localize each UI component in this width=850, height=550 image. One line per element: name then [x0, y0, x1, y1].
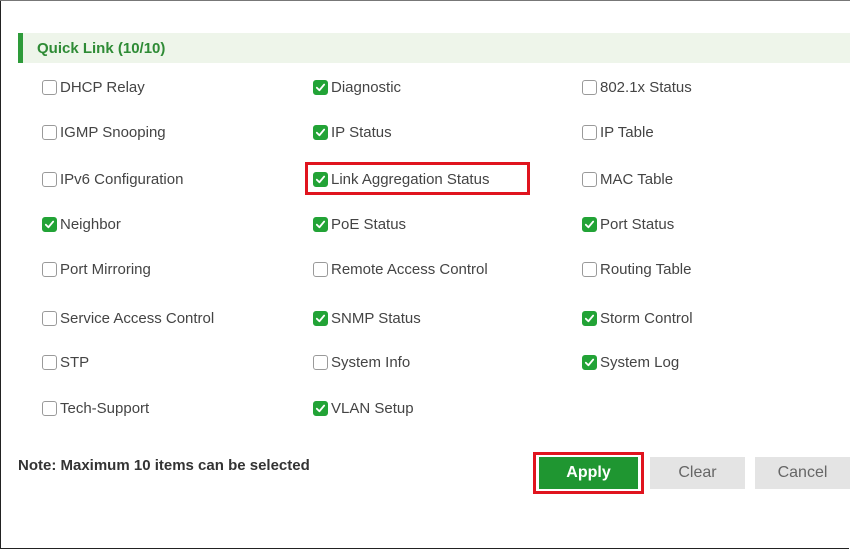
checkmark-icon	[315, 404, 326, 412]
item-label: Neighbor	[60, 215, 121, 233]
checkbox-unchecked[interactable]	[42, 400, 57, 416]
checkmark-icon	[44, 220, 55, 228]
item-label: STP	[60, 353, 90, 371]
checkbox-checked[interactable]	[313, 310, 328, 326]
top-divider	[0, 0, 850, 1]
checkbox-checked[interactable]	[313, 400, 328, 416]
item-label: System Log	[600, 353, 680, 371]
quick-link-item-poe-status[interactable]: PoE Status	[313, 213, 406, 235]
checkbox-unchecked[interactable]	[42, 354, 57, 370]
checkbox-unchecked[interactable]	[42, 261, 57, 277]
item-label: VLAN Setup	[331, 399, 414, 417]
item-label: IPv6 Configuration	[60, 170, 184, 188]
quick-link-item-system-info[interactable]: System Info	[313, 351, 410, 373]
checkmark-icon	[315, 314, 326, 322]
item-label: Port Mirroring	[60, 260, 151, 278]
item-label: Remote Access Control	[331, 260, 488, 278]
checkbox-checked[interactable]	[313, 216, 328, 232]
checkbox-checked[interactable]	[582, 310, 597, 326]
quick-link-item-dhcp-relay[interactable]: DHCP Relay	[42, 76, 145, 98]
checkbox-unchecked[interactable]	[42, 79, 57, 95]
quick-link-item-service-access-control[interactable]: Service Access Control	[42, 307, 214, 329]
quick-link-item-neighbor[interactable]: Neighbor	[42, 213, 121, 235]
clear-button[interactable]: Clear	[650, 457, 745, 489]
item-label: MAC Table	[600, 170, 674, 188]
checkbox-unchecked[interactable]	[313, 261, 328, 277]
quick-link-item-routing-table[interactable]: Routing Table	[582, 258, 691, 280]
checkmark-icon	[315, 83, 326, 91]
item-label: Routing Table	[600, 260, 692, 278]
checkbox-checked[interactable]	[313, 124, 328, 140]
item-label: Service Access Control	[60, 309, 215, 327]
quick-link-item-vlan-setup[interactable]: VLAN Setup	[313, 397, 414, 419]
header-accent-bar	[18, 33, 23, 63]
quick-link-item-snmp-status[interactable]: SNMP Status	[313, 307, 421, 329]
selection-note: Note: Maximum 10 items can be selected	[18, 457, 310, 474]
checkbox-unchecked[interactable]	[42, 310, 57, 326]
quick-link-item-diagnostic[interactable]: Diagnostic	[313, 76, 401, 98]
checkbox-unchecked[interactable]	[582, 79, 597, 95]
item-label: PoE Status	[331, 215, 407, 233]
apply-button[interactable]: Apply	[539, 457, 638, 489]
item-label: SNMP Status	[331, 309, 421, 327]
checkmark-icon	[584, 220, 595, 228]
quick-link-item-remote-access-control[interactable]: Remote Access Control	[313, 258, 488, 280]
checkbox-checked[interactable]	[313, 79, 328, 95]
quick-link-item-ipv6-configuration[interactable]: IPv6 Configuration	[42, 168, 183, 190]
checkbox-checked[interactable]	[42, 216, 57, 232]
item-label: Port Status	[600, 215, 675, 233]
checkbox-unchecked[interactable]	[42, 171, 57, 187]
item-label: Diagnostic	[331, 78, 402, 96]
quick-link-item-ip-table[interactable]: IP Table	[582, 121, 654, 143]
item-label: IP Table	[600, 123, 654, 141]
quick-link-item-system-log[interactable]: System Log	[582, 351, 679, 373]
checkbox-unchecked[interactable]	[582, 171, 597, 187]
quick-link-item-tech-support[interactable]: Tech-Support	[42, 397, 149, 419]
item-label: System Info	[331, 353, 411, 371]
checkbox-unchecked[interactable]	[42, 124, 57, 140]
quick-link-item-port-status[interactable]: Port Status	[582, 213, 674, 235]
checkbox-checked[interactable]	[582, 354, 597, 370]
link-aggregation-highlight	[305, 162, 530, 195]
checkbox-checked[interactable]	[582, 216, 597, 232]
quick-link-item-storm-control[interactable]: Storm Control	[582, 307, 693, 329]
quick-link-header: Quick Link (10/10)	[18, 33, 850, 63]
item-label: IP Status	[331, 123, 392, 141]
quick-link-item-stp[interactable]: STP	[42, 351, 89, 373]
checkbox-unchecked[interactable]	[582, 124, 597, 140]
cancel-button[interactable]: Cancel	[755, 457, 850, 489]
item-label: DHCP Relay	[60, 78, 145, 96]
checkmark-icon	[584, 358, 595, 366]
quick-link-item-ip-status[interactable]: IP Status	[313, 121, 392, 143]
checkbox-unchecked[interactable]	[582, 261, 597, 277]
checkmark-icon	[315, 220, 326, 228]
quick-link-title: Quick Link (10/10)	[37, 39, 166, 57]
item-label: IGMP Snooping	[60, 123, 166, 141]
quick-link-item-igmp-snooping[interactable]: IGMP Snooping	[42, 121, 166, 143]
quick-link-item-mac-table[interactable]: MAC Table	[582, 168, 673, 190]
item-label: Tech-Support	[60, 399, 150, 417]
checkmark-icon	[584, 314, 595, 322]
checkbox-unchecked[interactable]	[313, 354, 328, 370]
quick-link-item-802-1x-status[interactable]: 802.1x Status	[582, 76, 692, 98]
item-label: 802.1x Status	[600, 78, 692, 96]
item-label: Storm Control	[600, 309, 693, 327]
quick-link-item-port-mirroring[interactable]: Port Mirroring	[42, 258, 151, 280]
checkmark-icon	[315, 128, 326, 136]
